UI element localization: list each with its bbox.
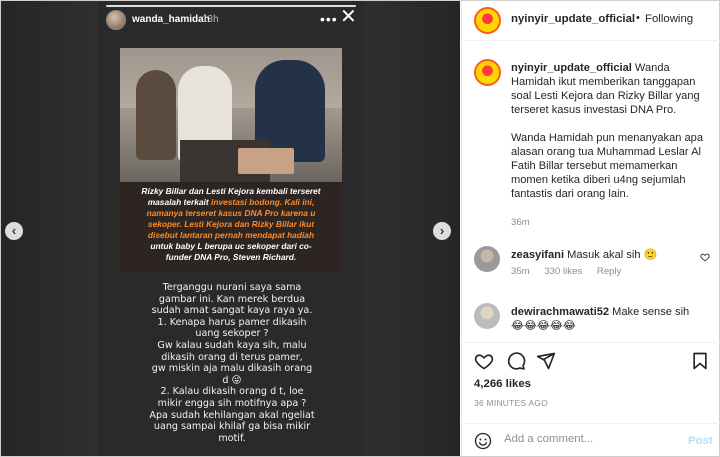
close-icon[interactable]: ✕ xyxy=(340,7,357,27)
story-card[interactable]: wanda_hamidah 13h ••• ✕ Rizky Billar dan… xyxy=(98,1,364,456)
caption-text: nyinyir_update_official Wanda Hamidah ik… xyxy=(511,61,717,215)
caption-time: 36m xyxy=(511,217,530,228)
header-username[interactable]: nyinyir_update_official xyxy=(511,13,635,25)
caption-avatar[interactable] xyxy=(474,59,501,86)
story-text-line: uang sampai khilaf ga bisa mikir xyxy=(153,421,311,433)
caption-username[interactable]: nyinyir_update_official xyxy=(511,62,632,74)
story-username[interactable]: wanda_hamidah xyxy=(132,14,210,25)
caption-line: masalah terkait investasi bodong. Kali i… xyxy=(147,197,315,207)
bookmark-icon[interactable] xyxy=(690,351,710,371)
commenter-avatar[interactable] xyxy=(474,303,500,329)
comment-icon[interactable] xyxy=(506,351,526,371)
story-text-line: d 😜 xyxy=(222,374,242,386)
comment-time: 35m xyxy=(511,266,530,277)
post-comment-button[interactable]: Post xyxy=(688,435,713,447)
story-avatar[interactable] xyxy=(106,10,126,30)
heart-icon[interactable] xyxy=(700,252,710,262)
share-icon[interactable] xyxy=(536,351,556,371)
commenter-username[interactable]: zeasyifani xyxy=(511,249,564,261)
photo-person-woman xyxy=(136,70,176,160)
story-text-line: gw miskin aja malu dikasih orang xyxy=(151,363,313,375)
caption-line: Rizky Billar dan Lesti Kejora kembali te… xyxy=(141,186,321,196)
comment-meta: 35m 330 likes Reply xyxy=(511,266,633,277)
header-separator: • xyxy=(636,12,640,24)
story-text-line: motif. xyxy=(218,432,246,444)
story-text-line: Terganggu nurani saya sama xyxy=(162,282,302,293)
post-header: nyinyir_update_official • Following xyxy=(462,1,720,41)
caption-line: disebut lantaran pernah mendapat hadiah xyxy=(147,230,315,240)
caption-line: funder DNA Pro, Steven Richard. xyxy=(165,252,297,262)
commenter-username[interactable]: dewirachmawati52 xyxy=(511,306,609,318)
story-text-line: sudah amat sangat kaya raya ya. xyxy=(151,305,313,317)
more-icon[interactable]: ••• xyxy=(320,11,338,27)
photo-money xyxy=(238,148,294,174)
following-button[interactable]: Following xyxy=(645,13,693,25)
story-viewer: wanda_hamidah 13h ••• ✕ Rizky Billar dan… xyxy=(1,1,460,456)
emoji-icon[interactable] xyxy=(474,432,492,450)
story-text-line: uang sekoper ? xyxy=(195,328,269,340)
caption-line: namanya terseret kasus DNA Pro karena u xyxy=(146,208,316,218)
reply-button[interactable]: Reply xyxy=(597,266,622,277)
previous-story-button[interactable]: ‹ xyxy=(5,222,23,240)
story-text-line: Gw kalau sudah kaya sih, malu xyxy=(157,339,307,351)
story-caption: Rizky Billar dan Lesti Kejora kembali te… xyxy=(120,182,342,272)
story-text-line: dikasih orang di terus pamer, xyxy=(161,351,303,363)
caption-line: sekoper. Lesti Kejora dan Rizky Billar i… xyxy=(147,219,315,229)
caption-line: untuk baby L berupa uc sekoper dari co- xyxy=(150,241,312,251)
commenter-avatar[interactable] xyxy=(474,246,500,272)
story-text-line: 2. Kalau dikasih orang d t, loe xyxy=(160,386,304,398)
story-progress-bar xyxy=(106,5,356,7)
story-text-line: Apa sudah kehilangan akal ngeliat xyxy=(149,409,315,421)
comment-text: Masuk akal sih 🙂 xyxy=(564,249,658,261)
account-avatar[interactable] xyxy=(474,7,501,34)
story-text-line: 1. Kenapa harus pamer dikasih xyxy=(157,316,307,328)
story-text-line: gambar ini. Kan merek berdua xyxy=(158,293,306,305)
comment-likes[interactable]: 330 likes xyxy=(544,266,582,277)
posted-time: 36 MINUTES AGO xyxy=(474,398,549,408)
story-photo xyxy=(120,48,342,182)
likes-count[interactable]: 4,266 likes xyxy=(474,378,531,390)
heart-icon[interactable] xyxy=(474,351,494,371)
story-text-line: mikir engga sih motifnya apa ? xyxy=(157,397,307,409)
caption-paragraph-2: Wanda Hamidah pun menanyakan apa alasan … xyxy=(511,132,704,200)
story-header: wanda_hamidah 13h ••• ✕ xyxy=(98,1,364,33)
story-text: Terganggu nurani saya sama gambar ini. Ka… xyxy=(112,282,352,444)
next-story-button[interactable]: › xyxy=(433,222,451,240)
action-bar xyxy=(462,342,720,372)
story-time: 13h xyxy=(202,14,219,25)
add-comment-bar: Post xyxy=(462,423,720,456)
post-sidebar: nyinyir_update_official • Following nyin… xyxy=(461,1,720,456)
comment-input[interactable] xyxy=(504,433,674,445)
